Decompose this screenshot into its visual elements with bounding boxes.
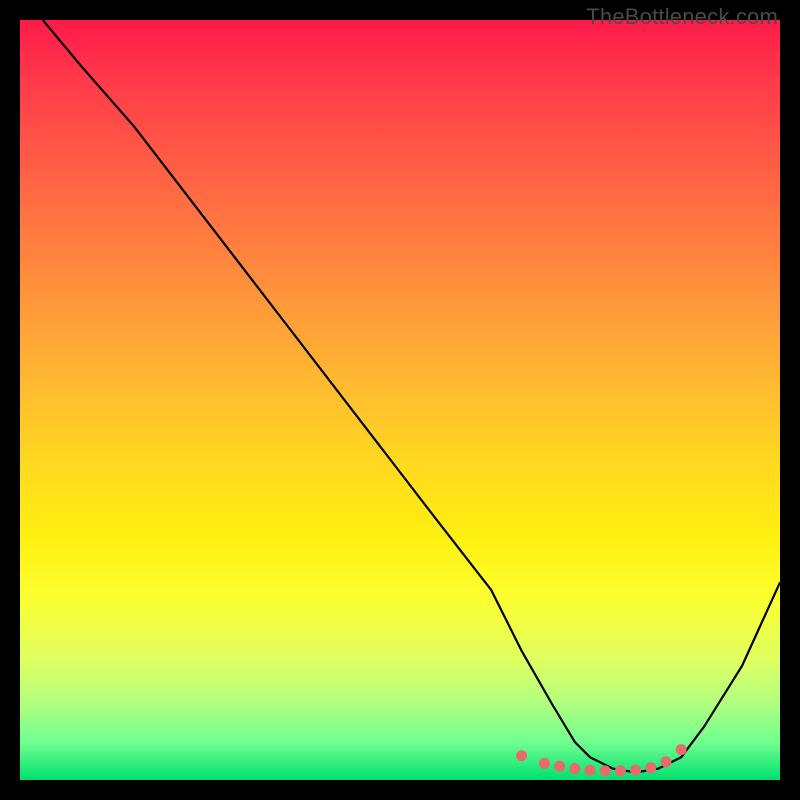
chart-svg [20, 20, 780, 780]
marker-dot [600, 765, 611, 776]
bottleneck-curve [43, 20, 780, 772]
marker-dots [516, 744, 687, 776]
marker-dot [539, 758, 550, 769]
marker-dot [630, 765, 641, 776]
marker-dot [554, 761, 565, 772]
marker-dot [676, 744, 687, 755]
marker-dot [615, 765, 626, 776]
marker-dot [516, 750, 527, 761]
marker-dot [661, 756, 672, 767]
marker-dot [645, 762, 656, 773]
watermark-text: TheBottleneck.com [586, 4, 778, 30]
marker-dot [585, 765, 596, 776]
marker-dot [569, 763, 580, 774]
